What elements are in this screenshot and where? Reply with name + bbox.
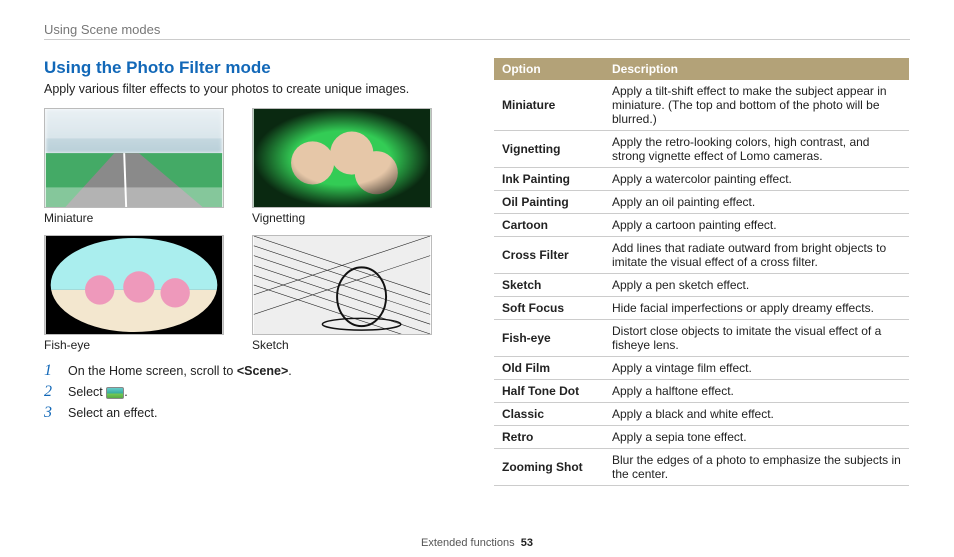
step-text: .	[288, 364, 291, 378]
page-footer: Extended functions 53	[0, 537, 954, 549]
description-cell: Apply the retro-looking colors, high con…	[604, 131, 909, 168]
option-cell: Classic	[494, 403, 604, 426]
description-cell: Apply a pen sketch effect.	[604, 274, 909, 297]
description-cell: Apply a halftone effect.	[604, 380, 909, 403]
option-cell: Old Film	[494, 357, 604, 380]
option-cell: Fish-eye	[494, 320, 604, 357]
page-number: 53	[521, 537, 533, 549]
description-cell: Apply a cartoon painting effect.	[604, 214, 909, 237]
thumb-miniature-image	[44, 108, 224, 208]
scene-mode-icon	[106, 387, 124, 399]
thumb-caption: Miniature	[44, 211, 224, 225]
step-text: On the Home screen, scroll to	[68, 364, 237, 378]
thumb-vignetting: Vignetting	[252, 108, 432, 225]
description-cell: Apply a black and white effect.	[604, 403, 909, 426]
option-cell: Cartoon	[494, 214, 604, 237]
thumb-sketch: Sketch	[252, 235, 432, 352]
description-cell: Distort close objects to imitate the vis…	[604, 320, 909, 357]
table-header-option: Option	[494, 58, 604, 80]
option-cell: Miniature	[494, 80, 604, 131]
step-3: Select an effect.	[44, 406, 464, 420]
thumb-vignetting-image	[252, 108, 432, 208]
step-text: Select an effect.	[68, 406, 157, 420]
section-divider	[44, 39, 910, 40]
description-cell: Hide facial imperfections or apply dream…	[604, 297, 909, 320]
option-cell: Cross Filter	[494, 237, 604, 274]
thumb-fisheye: Fish-eye	[44, 235, 224, 352]
description-cell: Apply an oil painting effect.	[604, 191, 909, 214]
step-text: .	[124, 385, 127, 399]
table-row: VignettingApply the retro-looking colors…	[494, 131, 909, 168]
option-cell: Half Tone Dot	[494, 380, 604, 403]
table-row: Zooming ShotBlur the edges of a photo to…	[494, 449, 909, 486]
page-title: Using the Photo Filter mode	[44, 58, 464, 78]
table-row: Cross FilterAdd lines that radiate outwa…	[494, 237, 909, 274]
table-row: Ink PaintingApply a watercolor painting …	[494, 168, 909, 191]
thumb-caption: Fish-eye	[44, 338, 224, 352]
thumb-miniature: Miniature	[44, 108, 224, 225]
step-1: On the Home screen, scroll to <Scene>.	[44, 364, 464, 378]
table-row: MiniatureApply a tilt-shift effect to ma…	[494, 80, 909, 131]
scene-tag: <Scene>	[237, 364, 288, 378]
table-row: Soft FocusHide facial imperfections or a…	[494, 297, 909, 320]
table-row: Fish-eyeDistort close objects to imitate…	[494, 320, 909, 357]
filter-options-table: Option Description MiniatureApply a tilt…	[494, 58, 909, 486]
option-cell: Sketch	[494, 274, 604, 297]
table-row: Oil PaintingApply an oil painting effect…	[494, 191, 909, 214]
description-cell: Apply a vintage film effect.	[604, 357, 909, 380]
description-cell: Blur the edges of a photo to emphasize t…	[604, 449, 909, 486]
thumb-fisheye-image	[44, 235, 224, 335]
description-cell: Apply a watercolor painting effect.	[604, 168, 909, 191]
step-text: Select	[68, 385, 106, 399]
thumb-caption: Vignetting	[252, 211, 432, 225]
option-cell: Vignetting	[494, 131, 604, 168]
option-cell: Ink Painting	[494, 168, 604, 191]
thumb-sketch-image	[252, 235, 432, 335]
table-row: SketchApply a pen sketch effect.	[494, 274, 909, 297]
option-cell: Zooming Shot	[494, 449, 604, 486]
table-header-description: Description	[604, 58, 909, 80]
table-row: CartoonApply a cartoon painting effect.	[494, 214, 909, 237]
description-cell: Add lines that radiate outward from brig…	[604, 237, 909, 274]
option-cell: Oil Painting	[494, 191, 604, 214]
section-header: Using Scene modes	[44, 22, 910, 37]
table-row: Old FilmApply a vintage film effect.	[494, 357, 909, 380]
option-cell: Retro	[494, 426, 604, 449]
description-cell: Apply a tilt-shift effect to make the su…	[604, 80, 909, 131]
option-cell: Soft Focus	[494, 297, 604, 320]
table-row: ClassicApply a black and white effect.	[494, 403, 909, 426]
footer-label: Extended functions	[421, 537, 515, 549]
thumb-caption: Sketch	[252, 338, 432, 352]
table-row: RetroApply a sepia tone effect.	[494, 426, 909, 449]
intro-text: Apply various filter effects to your pho…	[44, 82, 464, 96]
description-cell: Apply a sepia tone effect.	[604, 426, 909, 449]
table-row: Half Tone DotApply a halftone effect.	[494, 380, 909, 403]
step-2: Select .	[44, 385, 464, 399]
